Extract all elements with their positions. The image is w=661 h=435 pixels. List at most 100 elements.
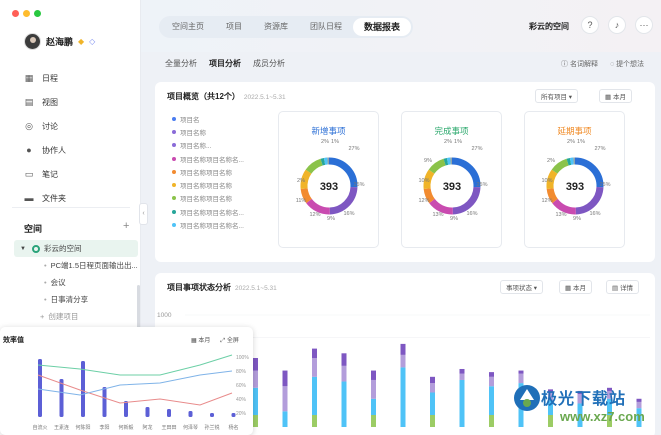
efficiency-period-button[interactable]: ▦ 本月	[191, 335, 210, 345]
donut-segment[interactable]	[443, 157, 449, 166]
bar-segment[interactable]	[312, 348, 317, 359]
space-item-current[interactable]: ▼ 彩云的空间	[14, 240, 138, 257]
project-legend-item[interactable]: 项目名称项目名称	[172, 192, 262, 205]
create-project-button[interactable]: + 创建项目	[14, 308, 138, 325]
sidebar-item-schedule[interactable]: ▦ 日程	[24, 66, 134, 90]
bar-segment[interactable]	[371, 370, 376, 380]
status-title: 项目事项状态分析 2022.5.1~5.31	[167, 282, 277, 293]
bar-segment[interactable]	[400, 354, 406, 368]
tab-resources[interactable]: 资源库	[253, 18, 299, 36]
bar-segment[interactable]	[253, 358, 258, 371]
project-filter-select[interactable]: 所有项目 ▾	[535, 89, 579, 103]
chat-icon: ◎	[25, 120, 33, 131]
tab-project-analysis[interactable]: 项目分析	[209, 58, 241, 69]
bar-segment[interactable]	[282, 411, 288, 427]
bar-segment[interactable]	[430, 376, 435, 384]
tab-full-analysis[interactable]: 全量分析	[165, 58, 197, 69]
tab-data-report[interactable]: 数据报表	[353, 18, 412, 36]
bar-segment[interactable]	[489, 376, 494, 387]
detail-button[interactable]: ▤ 详情	[606, 280, 639, 294]
fullscreen-button[interactable]: ⤢ 全屏	[220, 335, 238, 345]
efficiency-bar[interactable]	[210, 413, 214, 417]
bar-segment[interactable]	[430, 383, 435, 393]
efficiency-bar[interactable]	[188, 411, 193, 417]
feedback-link[interactable]: ◌ 提个想法	[610, 59, 644, 69]
close-window-button[interactable]	[12, 10, 19, 17]
bar-segment[interactable]	[282, 386, 288, 412]
sidebar-item-discuss[interactable]: ◎ 讨论	[24, 114, 134, 138]
bar-segment[interactable]	[459, 368, 465, 374]
tab-member-analysis[interactable]: 成员分析	[253, 58, 285, 69]
bar-segment[interactable]	[253, 370, 258, 388]
bar-segment-accent[interactable]	[253, 415, 258, 427]
minimize-window-button[interactable]	[23, 10, 30, 17]
bar-segment-accent[interactable]	[489, 415, 494, 427]
efficiency-bar[interactable]	[145, 407, 150, 417]
bar-segment-accent[interactable]	[430, 415, 435, 427]
project-item[interactable]: • 会议	[14, 274, 138, 291]
bar-segment[interactable]	[489, 372, 494, 377]
project-legend-item[interactable]: 项目名称项目名称	[172, 178, 262, 191]
efficiency-bar[interactable]	[59, 379, 64, 417]
tab-projects[interactable]: 项目	[215, 18, 253, 36]
donut-segment[interactable]	[306, 198, 330, 215]
donut-segment[interactable]	[429, 198, 453, 215]
bar-segment[interactable]	[282, 370, 288, 387]
workspace-name[interactable]: 彩云的空间	[529, 21, 569, 32]
donut-segment[interactable]	[566, 157, 572, 166]
efficiency-bar[interactable]	[124, 401, 128, 417]
sidebar-item-collaborators[interactable]: ● 协作人	[24, 138, 134, 162]
status-filter-select[interactable]: 事项状态 ▾	[500, 280, 544, 294]
glossary-link[interactable]: ⓘ 名词解释	[561, 59, 598, 69]
donut-segment[interactable]	[428, 158, 446, 174]
more-button[interactable]: ···	[635, 16, 653, 34]
sidebar-item-view[interactable]: ▤ 视图	[24, 90, 134, 114]
help-button[interactable]: ?	[581, 16, 599, 34]
tab-team-schedule[interactable]: 团队日程	[299, 18, 353, 36]
bar-segment[interactable]	[400, 367, 406, 427]
avatar[interactable]	[24, 33, 41, 50]
donut-label: 27%	[348, 146, 359, 152]
project-legend-item[interactable]: 项目名称项目名称名...	[172, 205, 262, 218]
efficiency-bar[interactable]	[38, 359, 42, 417]
project-legend-item[interactable]: 项目名称项目名称名...	[172, 152, 262, 165]
bar-segment-accent[interactable]	[371, 415, 376, 427]
project-legend-item[interactable]: 项目名	[172, 112, 262, 125]
bar-segment[interactable]	[371, 379, 376, 399]
project-item[interactable]: • 日事清分享	[14, 291, 138, 308]
efficiency-bar[interactable]	[167, 409, 171, 417]
donut-segment[interactable]	[320, 157, 326, 166]
donut-segment[interactable]	[305, 158, 323, 174]
period-select[interactable]: ▦ 本月	[599, 89, 632, 103]
donut-segment[interactable]	[552, 198, 576, 215]
bar-segment[interactable]	[341, 365, 347, 382]
project-legend-item[interactable]: 项目名称项目名称	[172, 165, 262, 178]
bar-segment[interactable]	[459, 379, 465, 427]
sidebar-item-notes[interactable]: ▭ 笔记	[24, 162, 134, 186]
bar-segment[interactable]	[400, 343, 406, 355]
bar-segment[interactable]	[341, 353, 347, 366]
project-legend-item[interactable]: 项目名称...	[172, 139, 262, 152]
feedback-label: 提个想法	[616, 61, 645, 68]
notification-bell-icon[interactable]: ♪	[608, 16, 626, 34]
bar-segment[interactable]	[341, 381, 347, 427]
project-item[interactable]: • PC端1.5日程页面输出出...	[14, 257, 138, 274]
efficiency-bar[interactable]	[102, 387, 107, 417]
efficiency-bar[interactable]	[231, 413, 236, 417]
maximize-window-button[interactable]	[34, 10, 41, 17]
tab-space-home[interactable]: 空间主页	[161, 18, 215, 36]
project-legend-item[interactable]: 项目名称	[172, 125, 262, 138]
user-profile[interactable]: 赵海鹏 ◆ ◇	[24, 33, 95, 50]
bar-segment[interactable]	[459, 373, 465, 380]
add-space-icon[interactable]: +	[123, 220, 129, 232]
status-period-select[interactable]: ▦ 本月	[559, 280, 592, 294]
bullet-icon: •	[44, 295, 47, 304]
bar-segment-accent[interactable]	[312, 415, 317, 427]
bar-segment[interactable]	[518, 370, 524, 374]
donut-segment[interactable]	[551, 158, 569, 174]
sidebar-item-label: 视图	[42, 97, 58, 107]
bar-segment[interactable]	[312, 358, 317, 377]
project-legend-item[interactable]: 项目名称项目名称名...	[172, 218, 262, 231]
overview-title: 项目概览（共12个） 2022.5.1~5.31	[167, 91, 286, 102]
analysis-tabs: 全量分析 项目分析 成员分析	[165, 58, 285, 69]
